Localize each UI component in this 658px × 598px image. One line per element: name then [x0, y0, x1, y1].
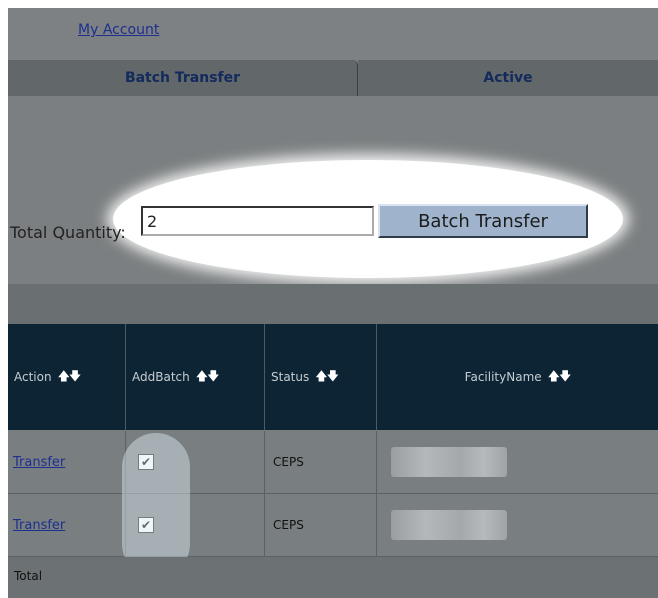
table-row: Transfer ✔ CEPS [8, 431, 658, 494]
status-cell: CEPS [265, 431, 377, 493]
column-header-status-label: Status [271, 370, 310, 384]
sort-up-down-icon[interactable]: 🡅🡇 [548, 367, 572, 388]
action-cell: Transfer [8, 494, 126, 556]
status-cell: CEPS [265, 494, 377, 556]
total-quantity-input[interactable] [141, 206, 374, 236]
table-row: Transfer ✔ CEPS [8, 494, 658, 557]
column-header-action[interactable]: Action 🡅🡇 [8, 324, 126, 430]
batch-transfer-panel: My Account Batch Transfer Active Total Q… [8, 8, 658, 598]
action-cell: Transfer [8, 431, 126, 493]
total-quantity-label: Total Quantity: [10, 223, 126, 242]
sort-up-down-icon[interactable]: 🡅🡇 [315, 367, 339, 388]
sort-up-down-icon[interactable]: 🡅🡇 [196, 367, 220, 388]
status-value: CEPS [273, 518, 304, 532]
sort-up-down-icon[interactable]: 🡅🡇 [58, 367, 82, 388]
total-label: Total [14, 569, 43, 583]
facilityname-cell [377, 494, 658, 556]
redacted-facility-name [391, 510, 507, 540]
tab-active[interactable]: Active [358, 60, 658, 96]
column-header-action-label: Action [14, 370, 52, 384]
transfer-link[interactable]: Transfer [13, 518, 65, 533]
transfer-link[interactable]: Transfer [13, 455, 65, 470]
column-header-facilityname[interactable]: FacilityName 🡅🡇 [377, 324, 658, 430]
my-account-link[interactable]: My Account [78, 22, 159, 38]
tab-batch-transfer[interactable]: Batch Transfer [8, 60, 358, 96]
facilityname-cell [377, 431, 658, 493]
account-bar: My Account [8, 8, 658, 60]
column-header-addbatch[interactable]: AddBatch 🡅🡇 [126, 324, 265, 430]
tab-batch-transfer-label: Batch Transfer [124, 70, 241, 86]
batch-transfer-button[interactable]: Batch Transfer [378, 204, 588, 238]
grid-spacer [8, 284, 658, 324]
column-header-facilityname-label: FacilityName [464, 370, 542, 384]
column-header-addbatch-label: AddBatch [132, 370, 190, 384]
grid-footer-row: Total [8, 557, 658, 598]
status-value: CEPS [273, 455, 304, 469]
column-header-status[interactable]: Status 🡅🡇 [265, 324, 377, 430]
tab-active-label: Active [483, 70, 533, 86]
redacted-facility-name [391, 447, 507, 477]
